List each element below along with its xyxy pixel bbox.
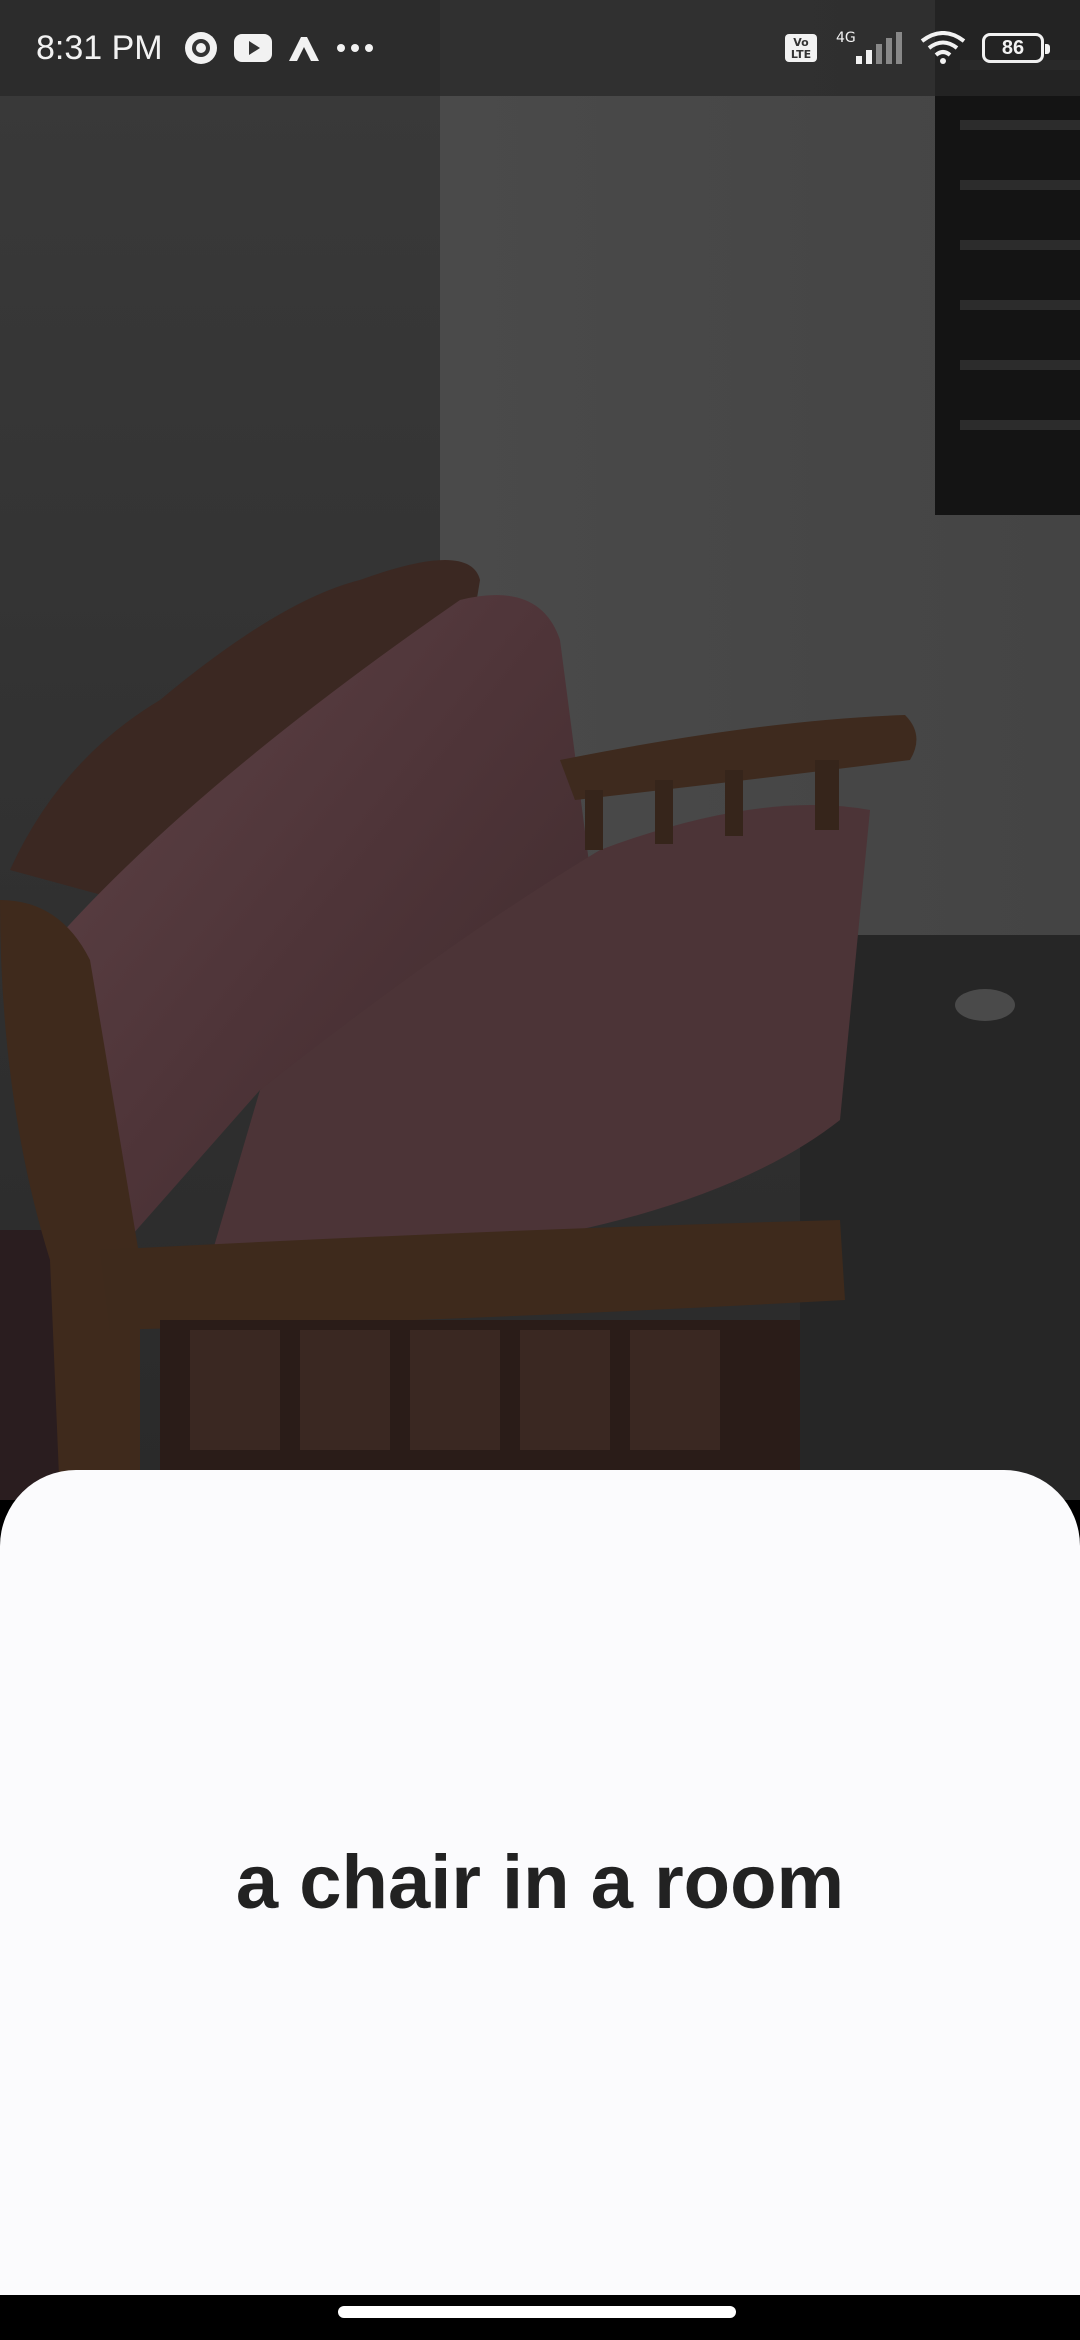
arrow-app-icon — [287, 33, 321, 63]
image-caption: a chair in a room — [235, 1840, 845, 1925]
youtube-icon — [233, 33, 273, 63]
caption-sheet: a chair in a room — [0, 1470, 1080, 2295]
status-time: 8:31 PM — [36, 28, 163, 67]
signal-icon: 4G — [834, 30, 904, 66]
battery-icon: 86 — [982, 33, 1050, 63]
camera-lens-icon — [183, 30, 219, 66]
camera-photo — [0, 0, 1080, 1500]
volte-icon: Vo LTE — [784, 33, 818, 63]
network-type-label: 4G — [836, 30, 856, 46]
navigation-bar — [0, 2295, 1080, 2340]
screen: 8:31 PM Vo LTE 4G 86 a chair in a room — [0, 0, 1080, 2340]
more-dots-icon — [335, 42, 375, 54]
home-indicator[interactable] — [338, 2306, 736, 2318]
status-bar: 8:31 PM Vo LTE 4G 86 — [0, 0, 1080, 96]
status-bar-left: 8:31 PM — [36, 29, 375, 68]
wifi-icon — [920, 31, 966, 65]
battery-level: 86 — [1001, 36, 1025, 59]
status-bar-right: Vo LTE 4G 86 — [784, 30, 1050, 66]
svg-text:LTE: LTE — [791, 48, 811, 61]
